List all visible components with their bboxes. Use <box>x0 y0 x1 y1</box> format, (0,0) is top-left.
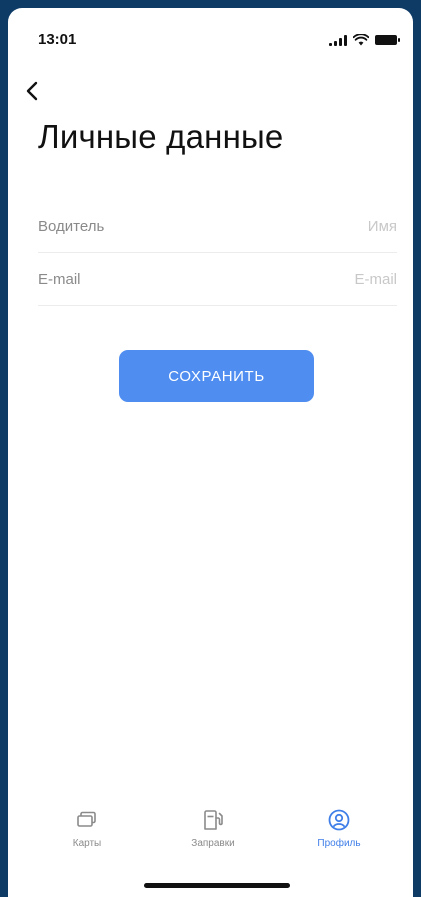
tab-fuel[interactable]: Заправки <box>163 808 263 864</box>
chevron-left-icon <box>26 81 38 101</box>
tab-cards-label: Карты <box>72 838 102 849</box>
wifi-icon <box>353 34 369 46</box>
battery-icon <box>375 35 400 45</box>
status-time: 13:01 <box>38 31 77 48</box>
back-button[interactable] <box>26 76 56 106</box>
tab-fuel-label: Заправки <box>191 838 235 849</box>
app-screen: 13:01 Личные данные Водитель Имя E-mail … <box>8 8 413 897</box>
cards-icon <box>77 811 96 827</box>
fuel-station-icon <box>204 810 223 830</box>
email-label: E-mail <box>38 271 81 288</box>
signal-icon <box>329 34 347 46</box>
driver-name-input[interactable] <box>217 218 397 235</box>
driver-row: Водитель <box>38 201 397 253</box>
status-bar: 13:01 <box>8 8 413 68</box>
status-icons <box>329 34 400 46</box>
save-button[interactable]: СОХРАНИТЬ <box>119 350 314 402</box>
tab-profile[interactable]: Профиль <box>289 808 389 864</box>
home-indicator <box>144 883 290 888</box>
tab-bar: Карты Заправки Профиль <box>8 808 413 868</box>
email-input[interactable] <box>217 271 397 288</box>
driver-label: Водитель <box>38 218 105 235</box>
tab-profile-label: Профиль <box>317 838 361 849</box>
device-frame: 13:01 Личные данные Водитель Имя E-mail … <box>0 0 421 897</box>
user-circle-icon <box>328 809 350 831</box>
page-title: Личные данные <box>38 118 284 155</box>
tab-cards[interactable]: Карты <box>37 808 137 864</box>
email-row: E-mail <box>38 254 397 306</box>
